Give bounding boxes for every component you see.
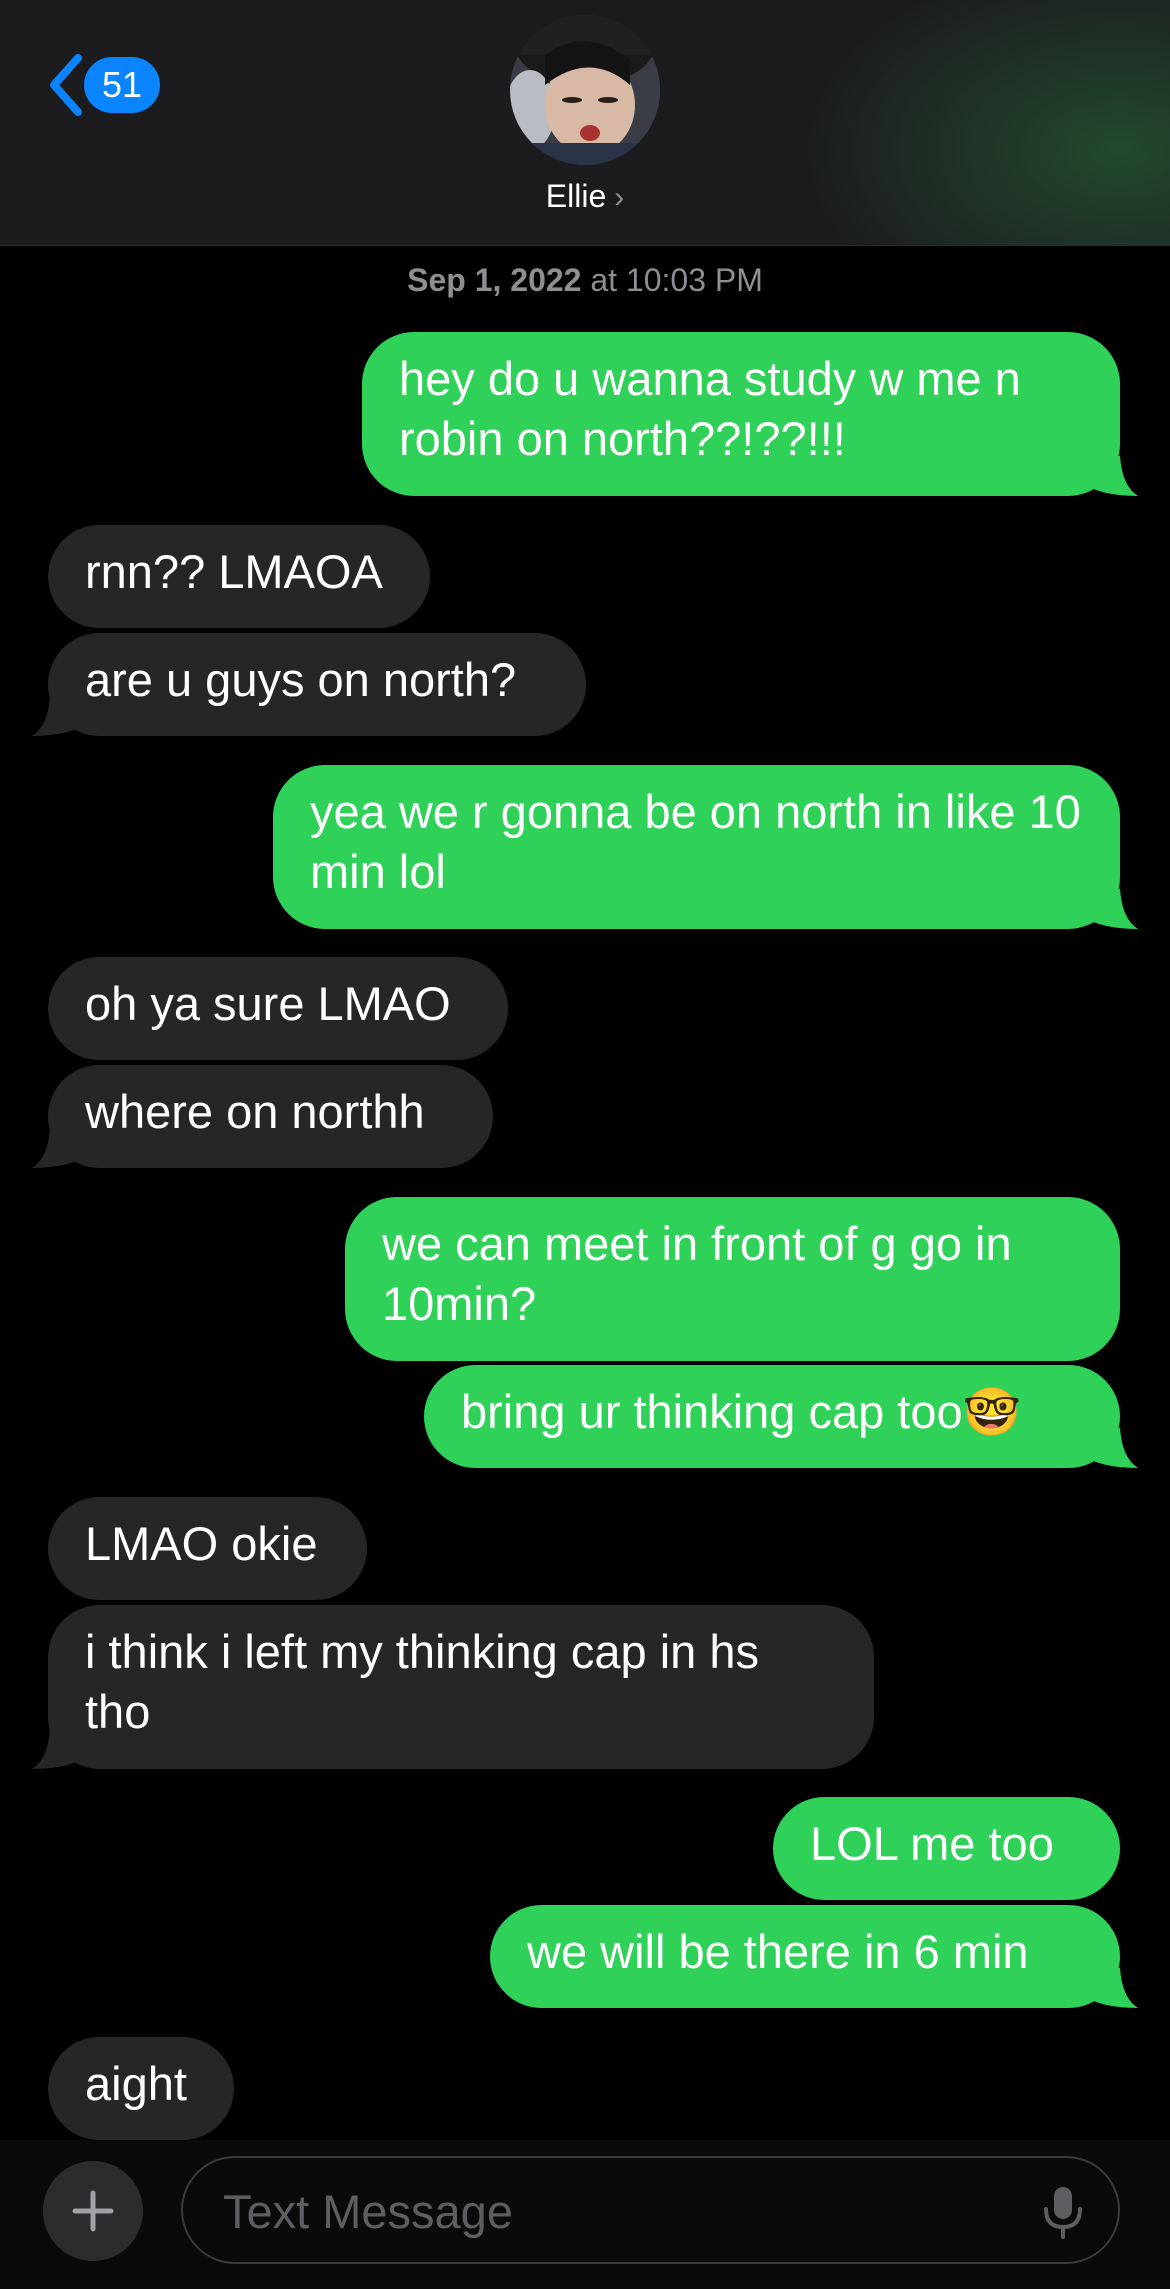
received-message[interactable]: rnn?? LMAOA	[48, 525, 430, 628]
plus-icon	[72, 2190, 114, 2232]
contact-name-button[interactable]: Ellie ›	[0, 178, 1170, 215]
sent-bubble-tail	[1080, 1428, 1138, 1468]
received-bubble-tail	[32, 1128, 90, 1168]
timestamp-time: at 10:03 PM	[581, 262, 763, 298]
back-button[interactable]: 51	[44, 50, 161, 120]
received-message[interactable]: oh ya sure LMAO	[48, 957, 508, 1060]
sent-bubble-tail	[1080, 889, 1138, 929]
received-message[interactable]: i think i left my thinking cap in hs tho	[48, 1605, 874, 1769]
received-bubble-tail	[32, 1729, 90, 1769]
sent-bubble-tail	[1080, 456, 1138, 496]
add-attachment-button[interactable]	[43, 2161, 143, 2261]
chevron-right-icon: ›	[614, 181, 625, 214]
message-input[interactable]	[221, 2158, 985, 2264]
sent-message[interactable]: we will be there in 6 min	[490, 1905, 1120, 2008]
sent-message[interactable]: LOL me too	[773, 1797, 1120, 1900]
contact-name: Ellie	[545, 178, 607, 214]
message-field[interactable]	[181, 2156, 1120, 2264]
sent-message[interactable]: yea we r gonna be on north in like 10 mi…	[273, 765, 1120, 929]
received-bubble-tail	[32, 696, 90, 736]
timestamp-date: Sep 1, 2022	[407, 262, 582, 298]
contact-avatar[interactable]	[510, 15, 660, 165]
received-message[interactable]: where on northh	[48, 1065, 493, 1168]
received-message[interactable]: aight	[48, 2037, 234, 2140]
sent-message[interactable]: we can meet in front of g go in 10min?	[345, 1197, 1120, 1361]
sent-message[interactable]: hey do u wanna study w me n robin on nor…	[362, 332, 1120, 496]
sent-bubble-tail	[1080, 1968, 1138, 2008]
received-message[interactable]: LMAO okie	[48, 1497, 367, 1600]
thread-timestamp: Sep 1, 2022 at 10:03 PM	[0, 262, 1170, 299]
microphone-icon[interactable]	[1041, 2185, 1085, 2239]
sent-message[interactable]: bring ur thinking cap too🤓	[424, 1365, 1120, 1468]
unread-count-badge: 51	[84, 57, 161, 113]
chevron-left-icon	[50, 54, 82, 116]
received-message[interactable]: are u guys on north?	[48, 633, 586, 736]
